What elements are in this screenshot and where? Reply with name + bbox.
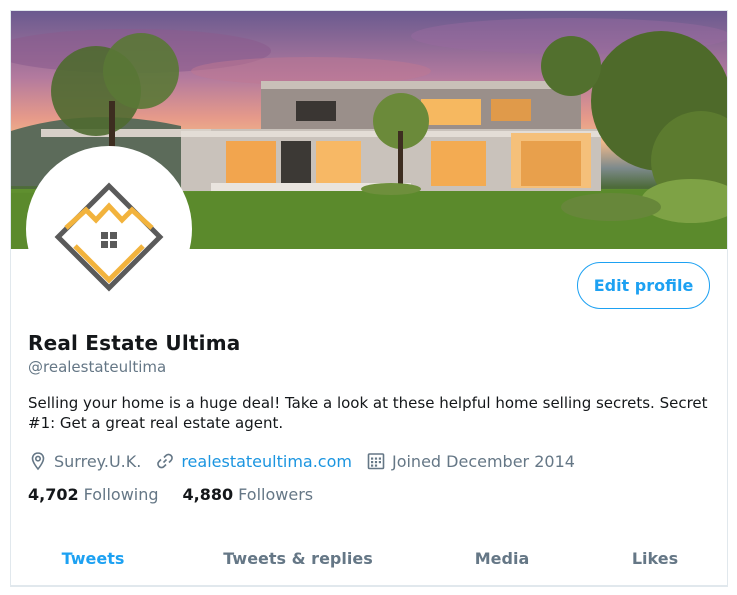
house-diamond-logo — [30, 150, 188, 308]
profile-card: Edit profile Real Estate Ultima @realest… — [10, 10, 728, 587]
location-text: Surrey.U.K. — [54, 451, 142, 471]
tab-likes[interactable]: Likes — [583, 530, 727, 586]
followers-count: 4,880 — [182, 485, 234, 504]
profile-bio: Selling your home is a huge deal! Take a… — [28, 394, 708, 432]
website-item[interactable]: realestateultima.com — [155, 451, 352, 471]
avatar[interactable] — [26, 146, 192, 312]
website-link[interactable]: realestateultima.com — [181, 452, 352, 471]
location-item: Surrey.U.K. — [28, 451, 141, 471]
following-count: 4,702 — [28, 485, 79, 504]
display-name: Real Estate Ultima — [28, 331, 241, 355]
user-handle: @realestateultima — [28, 358, 167, 376]
link-icon — [155, 451, 175, 471]
joined-text: Joined December 2014 — [391, 451, 575, 471]
calendar-icon — [366, 451, 386, 471]
followers-stat[interactable]: 4,880 Followers — [183, 485, 314, 504]
following-stat[interactable]: 4,702 Following — [28, 485, 159, 504]
edit-profile-button[interactable]: Edit profile — [577, 262, 710, 309]
profile-tabs: Tweets Tweets & replies Media Likes — [11, 530, 727, 586]
tab-media[interactable]: Media — [421, 530, 583, 586]
tabs-divider — [11, 585, 727, 586]
tab-tweets[interactable]: Tweets — [11, 530, 175, 586]
joined-item: Joined December 2014 — [366, 451, 575, 471]
following-label: Following — [83, 485, 159, 504]
profile-stats: 4,702 Following 4,880 Followers — [28, 485, 337, 504]
tab-tweets-replies[interactable]: Tweets & replies — [175, 530, 421, 586]
profile-meta: Surrey.U.K. realestateultima.com Joined … — [28, 449, 589, 473]
location-pin-icon — [28, 451, 48, 471]
followers-label: Followers — [238, 485, 314, 504]
